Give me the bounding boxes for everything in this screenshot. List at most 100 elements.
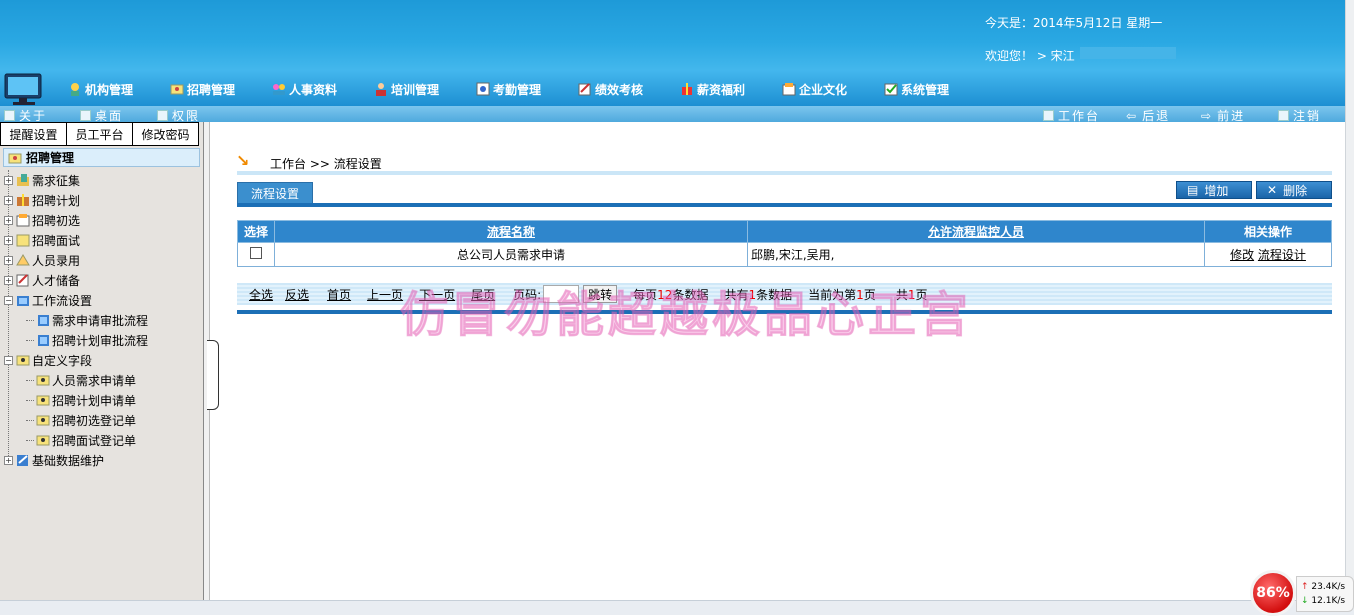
tree-node-custom-fields[interactable]: − 自定义字段 bbox=[0, 350, 200, 370]
expand-icon[interactable]: + bbox=[4, 275, 13, 285]
status-bar bbox=[0, 600, 1354, 615]
forward-arrow-icon: ⇨ bbox=[1201, 108, 1214, 123]
col-select: 选择 bbox=[237, 220, 275, 243]
folder-icon bbox=[16, 213, 30, 227]
tab-staff[interactable]: 员工平台 bbox=[66, 122, 133, 146]
flow-design-link[interactable]: 流程设计 bbox=[1258, 248, 1306, 262]
table-row: 总公司人员需求申请 邱鹏,宋江,吴用, 修改 流程设计 bbox=[237, 242, 1332, 267]
select-all-link[interactable]: 全选 bbox=[249, 286, 273, 303]
row-checkbox[interactable] bbox=[250, 247, 262, 259]
row-flow-name: 总公司人员需求申请 bbox=[274, 242, 748, 267]
delete-button[interactable]: ✕ 删除 bbox=[1256, 181, 1332, 199]
divider bbox=[237, 203, 1332, 207]
tree-node-plan-form[interactable]: 招聘计划申请单 bbox=[0, 390, 200, 410]
download-arrow-icon: ↓ bbox=[1301, 596, 1309, 606]
folder-icon bbox=[16, 453, 30, 467]
nav-attendance[interactable]: 考勤管理 bbox=[476, 80, 541, 98]
tree-node-interview[interactable]: + 招聘面试 bbox=[0, 230, 200, 250]
tree-node-workflow[interactable]: − 工作流设置 bbox=[0, 290, 200, 310]
tree-node-plan[interactable]: + 招聘计划 bbox=[0, 190, 200, 210]
form-icon bbox=[36, 373, 50, 387]
nav-training[interactable]: 培训管理 bbox=[374, 80, 439, 98]
logout-link[interactable]: 注销 bbox=[1278, 107, 1321, 124]
arrow-icon: ↘ bbox=[236, 151, 250, 170]
edit-link[interactable]: 修改 bbox=[1230, 248, 1254, 262]
tree-node-interview-form[interactable]: 招聘面试登记单 bbox=[0, 430, 200, 450]
nav-personnel[interactable]: 人事资料 bbox=[272, 80, 337, 98]
add-button[interactable]: ▤ 增加 bbox=[1176, 181, 1252, 199]
row-select[interactable] bbox=[237, 242, 275, 267]
expand-icon[interactable]: + bbox=[4, 195, 13, 205]
close-icon: ✕ bbox=[1267, 183, 1278, 197]
form-icon bbox=[36, 393, 50, 407]
document-icon bbox=[4, 110, 15, 121]
invert-select-link[interactable]: 反选 bbox=[285, 286, 309, 303]
forward-link[interactable]: ⇨ 前进 bbox=[1201, 107, 1245, 124]
system-icon bbox=[884, 82, 898, 96]
expand-icon[interactable]: + bbox=[4, 235, 13, 245]
workbench-link[interactable]: 工作台 bbox=[1043, 107, 1100, 124]
table-header-row: 选择 流程名称 允许流程监控人员 相关操作 bbox=[237, 220, 1332, 243]
form-icon bbox=[36, 433, 50, 447]
collapse-icon[interactable]: − bbox=[4, 355, 13, 365]
recruit-icon bbox=[8, 151, 22, 165]
nav-culture[interactable]: 企业文化 bbox=[782, 80, 847, 98]
tab-password[interactable]: 修改密码 bbox=[132, 122, 199, 146]
sub-toolbar: 关于 桌面 权限 工作台 ⇦ 后退 ⇨ 前进 注销 bbox=[0, 106, 1354, 124]
tree-node-demand-form[interactable]: 人员需求申请单 bbox=[0, 370, 200, 390]
training-icon bbox=[374, 82, 388, 96]
col-monitors[interactable]: 允许流程监控人员 bbox=[747, 220, 1205, 243]
divider bbox=[237, 171, 1332, 175]
expand-icon[interactable]: + bbox=[4, 455, 13, 465]
collapse-icon[interactable]: − bbox=[4, 295, 13, 305]
collapse-handle[interactable] bbox=[207, 340, 219, 410]
page-icon bbox=[36, 313, 50, 327]
tree-node-hire[interactable]: + 人员录用 bbox=[0, 250, 200, 270]
back-link[interactable]: ⇦ 后退 bbox=[1126, 107, 1170, 124]
tree-node-screening-form[interactable]: 招聘初选登记单 bbox=[0, 410, 200, 430]
folder-icon bbox=[16, 273, 30, 287]
memory-meter[interactable]: 86% bbox=[1250, 570, 1296, 616]
folder-open-icon bbox=[16, 293, 30, 307]
tree-node-screening[interactable]: + 招聘初选 bbox=[0, 210, 200, 230]
folder-icon bbox=[16, 233, 30, 247]
current-date: 今天是：2014年5月12日 星期一 bbox=[985, 16, 1163, 30]
blurred-box bbox=[1080, 47, 1176, 59]
first-page-link[interactable]: 首页 bbox=[327, 286, 351, 303]
nav-org[interactable]: 机构管理 bbox=[68, 80, 133, 98]
tree-node-demand[interactable]: + 需求征集 bbox=[0, 170, 200, 190]
page-icon bbox=[36, 333, 50, 347]
nav-salary[interactable]: 薪资福利 bbox=[680, 80, 745, 98]
salary-icon bbox=[680, 82, 694, 96]
main-nav: 机构管理 招聘管理 人事资料 培训管理 考勤管理 绩效考核 薪资福利 企业文化 … bbox=[0, 70, 1354, 106]
key-icon bbox=[157, 110, 168, 121]
expand-icon[interactable]: + bbox=[4, 255, 13, 265]
col-flow-name[interactable]: 流程名称 bbox=[274, 220, 748, 243]
home-icon bbox=[1043, 110, 1054, 121]
nav-system[interactable]: 系统管理 bbox=[884, 80, 949, 98]
culture-icon bbox=[782, 82, 796, 96]
performance-icon bbox=[578, 82, 592, 96]
tree-node-demand-flow[interactable]: 需求申请审批流程 bbox=[0, 310, 200, 330]
watermark: 仿冒勿能超越极品心正宫 bbox=[399, 287, 973, 344]
upload-arrow-icon: ↑ bbox=[1301, 582, 1309, 592]
row-actions: 修改 流程设计 bbox=[1204, 242, 1332, 267]
col-actions: 相关操作 bbox=[1204, 220, 1332, 243]
header-banner: 今天是：2014年5月12日 星期一 欢迎您！ > 宋江 bbox=[0, 0, 1354, 70]
nav-performance[interactable]: 绩效考核 bbox=[578, 80, 643, 98]
prev-page-link[interactable]: 上一页 bbox=[367, 286, 403, 303]
nav-recruit[interactable]: 招聘管理 bbox=[170, 80, 235, 98]
people-icon bbox=[272, 82, 286, 96]
tab-reminder[interactable]: 提醒设置 bbox=[0, 122, 67, 146]
back-arrow-icon: ⇦ bbox=[1126, 108, 1139, 123]
tree-node-talent[interactable]: + 人才储备 bbox=[0, 270, 200, 290]
tree-node-basic-data[interactable]: + 基础数据维护 bbox=[0, 450, 200, 470]
flow-table: 选择 流程名称 允许流程监控人员 相关操作 总公司人员需求申请 邱鹏,宋江,吴用… bbox=[237, 220, 1332, 267]
expand-icon[interactable]: + bbox=[4, 175, 13, 185]
tree-title[interactable]: 招聘管理 bbox=[3, 148, 200, 167]
section-tab[interactable]: 流程设置 bbox=[237, 182, 313, 204]
vertical-scrollbar[interactable] bbox=[1345, 0, 1354, 600]
expand-icon[interactable]: + bbox=[4, 215, 13, 225]
tree-node-plan-flow[interactable]: 招聘计划审批流程 bbox=[0, 330, 200, 350]
welcome-user: 欢迎您！ > 宋江 bbox=[985, 49, 1075, 63]
